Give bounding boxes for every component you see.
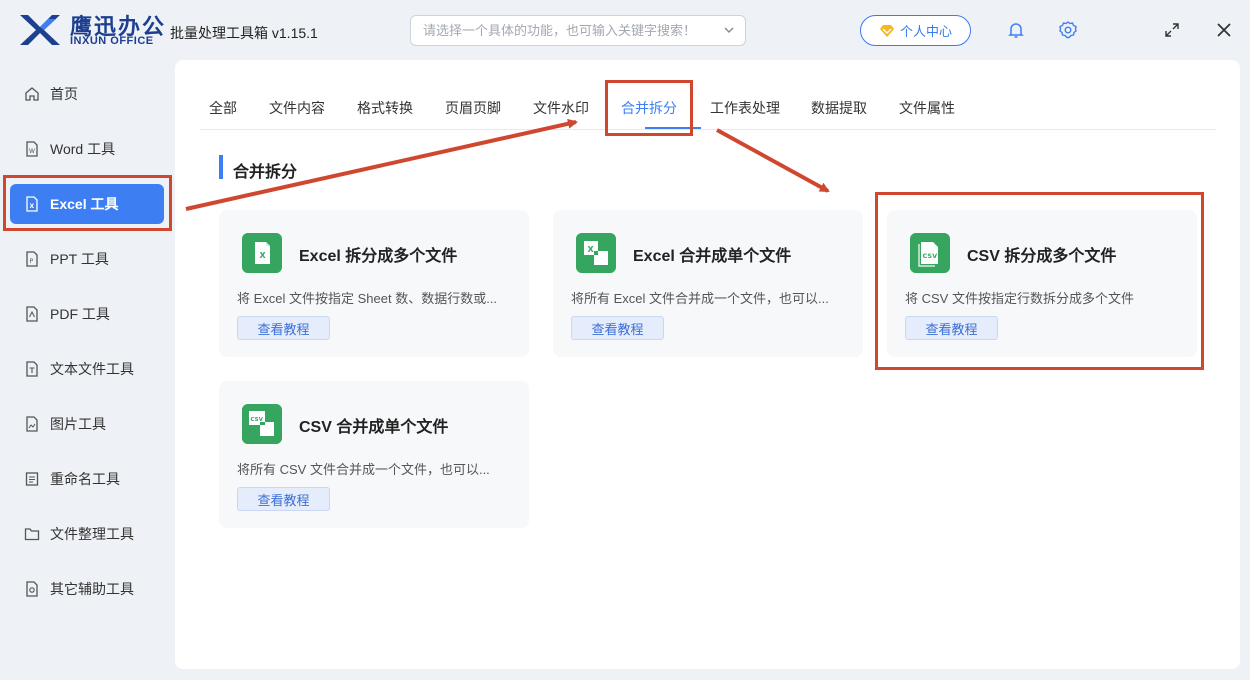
sidebar-item-label: Word 工具	[50, 141, 116, 157]
svg-text:X: X	[260, 251, 267, 260]
diamond-icon	[879, 24, 894, 37]
sidebar-item-label: 重命名工具	[50, 471, 120, 487]
tab-file-properties[interactable]: 文件属性	[899, 98, 955, 118]
card-description: 将 Excel 文件按指定 Sheet 数、数据行数或...	[237, 291, 498, 306]
svg-text:W: W	[29, 148, 35, 155]
rename-icon	[25, 472, 39, 486]
user-center-button[interactable]: 个人中心	[860, 15, 971, 46]
tab-all[interactable]: 全部	[209, 98, 237, 118]
sidebar-item-label: 其它辅助工具	[50, 581, 134, 597]
card-description: 将所有 Excel 文件合并成一个文件，也可以...	[571, 291, 829, 306]
view-tutorial-button[interactable]: 查看教程	[237, 487, 330, 511]
sidebar-item-other-tools[interactable]: 其它辅助工具	[10, 569, 164, 609]
ppt-file-icon: P	[26, 251, 38, 267]
view-tutorial-button[interactable]: 查看教程	[237, 316, 330, 340]
home-icon	[25, 87, 39, 101]
view-tutorial-button[interactable]: 查看教程	[571, 316, 664, 340]
gear-icon[interactable]	[1058, 20, 1078, 40]
image-file-icon	[26, 416, 38, 432]
highlight-box-merge-split-tab	[605, 80, 693, 136]
pdf-file-icon	[26, 306, 38, 322]
section-title: 合并拆分	[233, 164, 298, 181]
excel-split-icon: X	[242, 233, 282, 273]
sidebar-item-image[interactable]: 图片工具	[10, 404, 164, 444]
sidebar-item-label: PDF 工具	[50, 306, 110, 322]
bell-icon[interactable]	[1006, 20, 1026, 40]
sidebar-item-label: 首页	[50, 86, 78, 102]
sidebar-item-label: 文本文件工具	[50, 361, 134, 377]
folder-icon	[24, 528, 40, 541]
tool-card-csv-merge[interactable]: CSV CSV 合并成单个文件 将所有 CSV 文件合并成一个文件，也可以...…	[219, 381, 529, 528]
tab-data-extract[interactable]: 数据提取	[811, 98, 867, 118]
highlight-box-excel-tool	[3, 175, 172, 231]
section-marker	[219, 155, 223, 179]
card-description: 将所有 CSV 文件合并成一个文件，也可以...	[237, 462, 490, 477]
title-bar: 鹰迅办公 INXUN OFFICE 批量处理工具箱 v1.15.1 个人中心	[0, 0, 1250, 60]
svg-text:X: X	[588, 245, 595, 254]
csv-merge-icon: CSV	[242, 404, 282, 444]
sidebar-item-pdf[interactable]: PDF 工具	[10, 294, 164, 334]
sidebar-item-home[interactable]: 首页	[10, 74, 164, 114]
sidebar-item-label: PPT 工具	[50, 251, 109, 267]
search-input[interactable]	[411, 16, 701, 45]
sidebar-item-text-file[interactable]: 文本文件工具	[10, 349, 164, 389]
card-title: Excel 拆分成多个文件	[299, 248, 458, 265]
text-file-icon	[26, 361, 38, 377]
sidebar-item-label: 图片工具	[50, 416, 106, 432]
user-center-label: 个人中心	[899, 24, 952, 39]
maximize-icon[interactable]	[1162, 20, 1182, 40]
sidebar-item-organize[interactable]: 文件整理工具	[10, 514, 164, 554]
category-tabs: 全部 文件内容 格式转换 页眉页脚 文件水印 合并拆分 工作表处理 数据提取 文…	[200, 82, 1216, 130]
tab-watermark[interactable]: 文件水印	[533, 98, 589, 118]
tool-card-excel-split[interactable]: X Excel 拆分成多个文件 将 Excel 文件按指定 Sheet 数、数据…	[219, 210, 529, 357]
sidebar: 首页 W Word 工具 X Excel 工具 P PPT 工具 PDF 工具 …	[0, 60, 174, 680]
logo-icon	[20, 15, 60, 45]
excel-merge-icon: X	[576, 233, 616, 273]
app-title: 批量处理工具箱 v1.15.1	[170, 25, 318, 41]
logo-text-en: INXUN OFFICE	[70, 35, 154, 47]
sidebar-item-label: 文件整理工具	[50, 526, 134, 542]
sidebar-item-rename[interactable]: 重命名工具	[10, 459, 164, 499]
svg-text:CSV: CSV	[251, 417, 264, 423]
tab-worksheet[interactable]: 工作表处理	[710, 98, 780, 118]
tool-card-excel-merge[interactable]: X Excel 合并成单个文件 将所有 Excel 文件合并成一个文件，也可以.…	[553, 210, 863, 357]
tools-icon	[26, 581, 38, 597]
search-box[interactable]	[410, 15, 746, 46]
close-icon[interactable]	[1214, 20, 1234, 40]
card-title: Excel 合并成单个文件	[633, 248, 792, 265]
tab-format-convert[interactable]: 格式转换	[357, 98, 413, 118]
highlight-box-csv-split-card	[875, 192, 1204, 370]
sidebar-item-ppt[interactable]: P PPT 工具	[10, 239, 164, 279]
tab-file-content[interactable]: 文件内容	[269, 98, 325, 118]
card-title: CSV 合并成单个文件	[299, 419, 449, 436]
word-file-icon: W	[26, 141, 38, 157]
svg-text:P: P	[30, 258, 34, 265]
tab-header-footer[interactable]: 页眉页脚	[445, 98, 501, 118]
chevron-down-icon[interactable]	[723, 24, 735, 36]
sidebar-item-word[interactable]: W Word 工具	[10, 129, 164, 169]
